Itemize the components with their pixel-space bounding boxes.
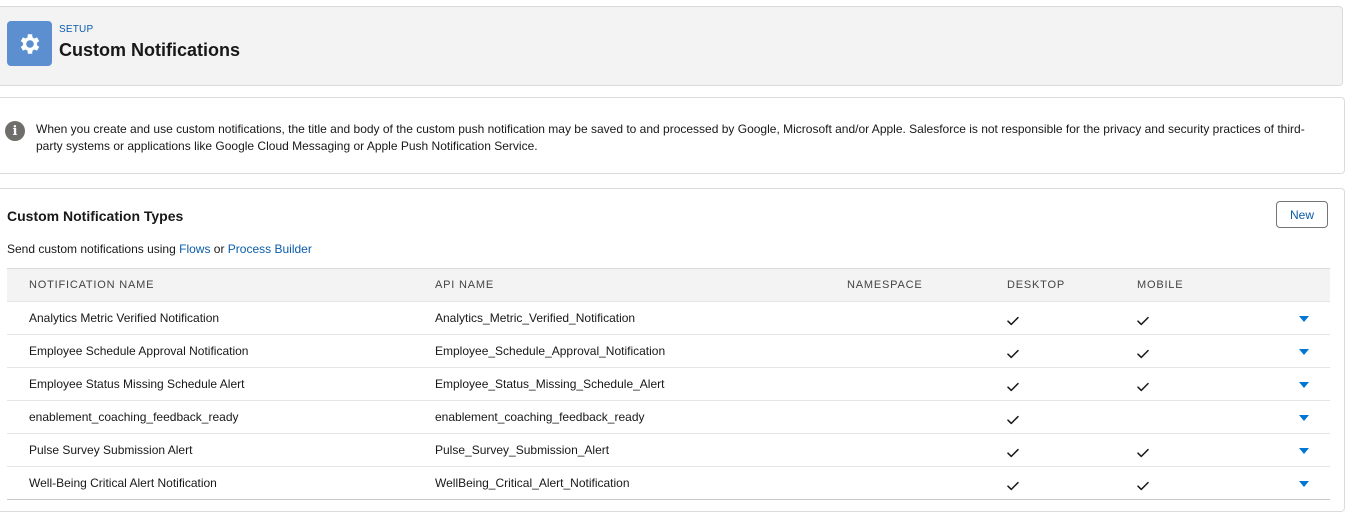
row-actions-menu-button[interactable] [1297,410,1311,424]
cell-notification-name: Employee Schedule Approval Notification [29,344,249,358]
mobile-check-icon [1137,379,1149,392]
notification-types-card: Custom Notification Types New Send custo… [0,188,1345,512]
gear-icon [7,21,52,66]
column-header-namespace[interactable]: NAMESPACE [847,269,922,301]
desktop-check-icon [1007,313,1019,326]
chevron-down-icon [1299,474,1309,492]
table-header: NOTIFICATION NAME API NAME NAMESPACE DES… [7,269,1330,302]
row-actions-menu-button[interactable] [1297,476,1311,490]
cell-notification-name: Pulse Survey Submission Alert [29,443,193,457]
new-button[interactable]: New [1276,201,1328,228]
chevron-down-icon [1299,309,1309,327]
row-actions-menu-button[interactable] [1297,311,1311,325]
table-row: Pulse Survey Submission Alert Pulse_Surve… [7,434,1330,467]
mobile-check-icon [1137,346,1149,359]
page-title: Custom Notifications [59,40,241,60]
desktop-check-icon [1007,346,1019,359]
cell-notification-name: enablement_coaching_feedback_ready [29,410,239,424]
card-description: Send custom notifications using Flows or… [7,242,312,256]
page-header: SETUP Custom Notifications [0,6,1343,86]
cell-notification-name: Analytics Metric Verified Notification [29,311,220,325]
cell-api-name: Employee_Schedule_Approval_Notification [435,344,666,358]
process-builder-link[interactable]: Process Builder [228,242,312,256]
table-body: Analytics Metric Verified Notification An… [7,302,1330,500]
chevron-down-icon [1299,342,1309,360]
table-row: Employee Status Missing Schedule Alert Em… [7,368,1330,401]
column-header-notification-name[interactable]: NOTIFICATION NAME [29,269,154,301]
table-row: enablement_coaching_feedback_ready enable… [7,401,1330,434]
mobile-check-icon [1137,478,1149,491]
cell-notification-name: Well-Being Critical Alert Notification [29,476,217,490]
mobile-check-icon [1137,313,1149,326]
table-row: Employee Schedule Approval Notification E… [7,335,1330,368]
column-header-desktop[interactable]: DESKTOP [1007,269,1065,301]
chevron-down-icon [1299,441,1309,459]
desktop-check-icon [1007,478,1019,491]
flows-link[interactable]: Flows [179,242,210,256]
cell-api-name: Pulse_Survey_Submission_Alert [435,443,610,457]
chevron-down-icon [1299,408,1309,426]
cell-api-name: enablement_coaching_feedback_ready [435,410,645,424]
desktop-check-icon [1007,379,1019,392]
chevron-down-icon [1299,375,1309,393]
mobile-check-icon [1137,445,1149,458]
notification-table: NOTIFICATION NAME API NAME NAMESPACE DES… [7,268,1330,500]
table-row: Well-Being Critical Alert Notification We… [7,467,1330,500]
desktop-check-icon [1007,445,1019,458]
table-row: Analytics Metric Verified Notification An… [7,302,1330,335]
breadcrumb: SETUP [59,24,94,35]
column-header-api-name[interactable]: API NAME [435,269,494,301]
card-title: Custom Notification Types [7,208,184,224]
cell-api-name: Analytics_Metric_Verified_Notification [435,311,636,325]
desktop-check-icon [1007,412,1019,425]
desc-middle: or [210,242,228,256]
info-icon: i [5,121,25,141]
row-actions-menu-button[interactable] [1297,344,1311,358]
privacy-notice: i When you create and use custom notific… [0,97,1345,174]
column-header-mobile[interactable]: MOBILE [1137,269,1183,301]
row-actions-menu-button[interactable] [1297,443,1311,457]
cell-api-name: Employee_Status_Missing_Schedule_Alert [435,377,665,391]
desc-prefix: Send custom notifications using [7,242,180,256]
notice-text: When you create and use custom notificat… [36,122,1305,153]
cell-api-name: WellBeing_Critical_Alert_Notification [435,476,630,490]
cell-notification-name: Employee Status Missing Schedule Alert [29,377,245,391]
row-actions-menu-button[interactable] [1297,377,1311,391]
